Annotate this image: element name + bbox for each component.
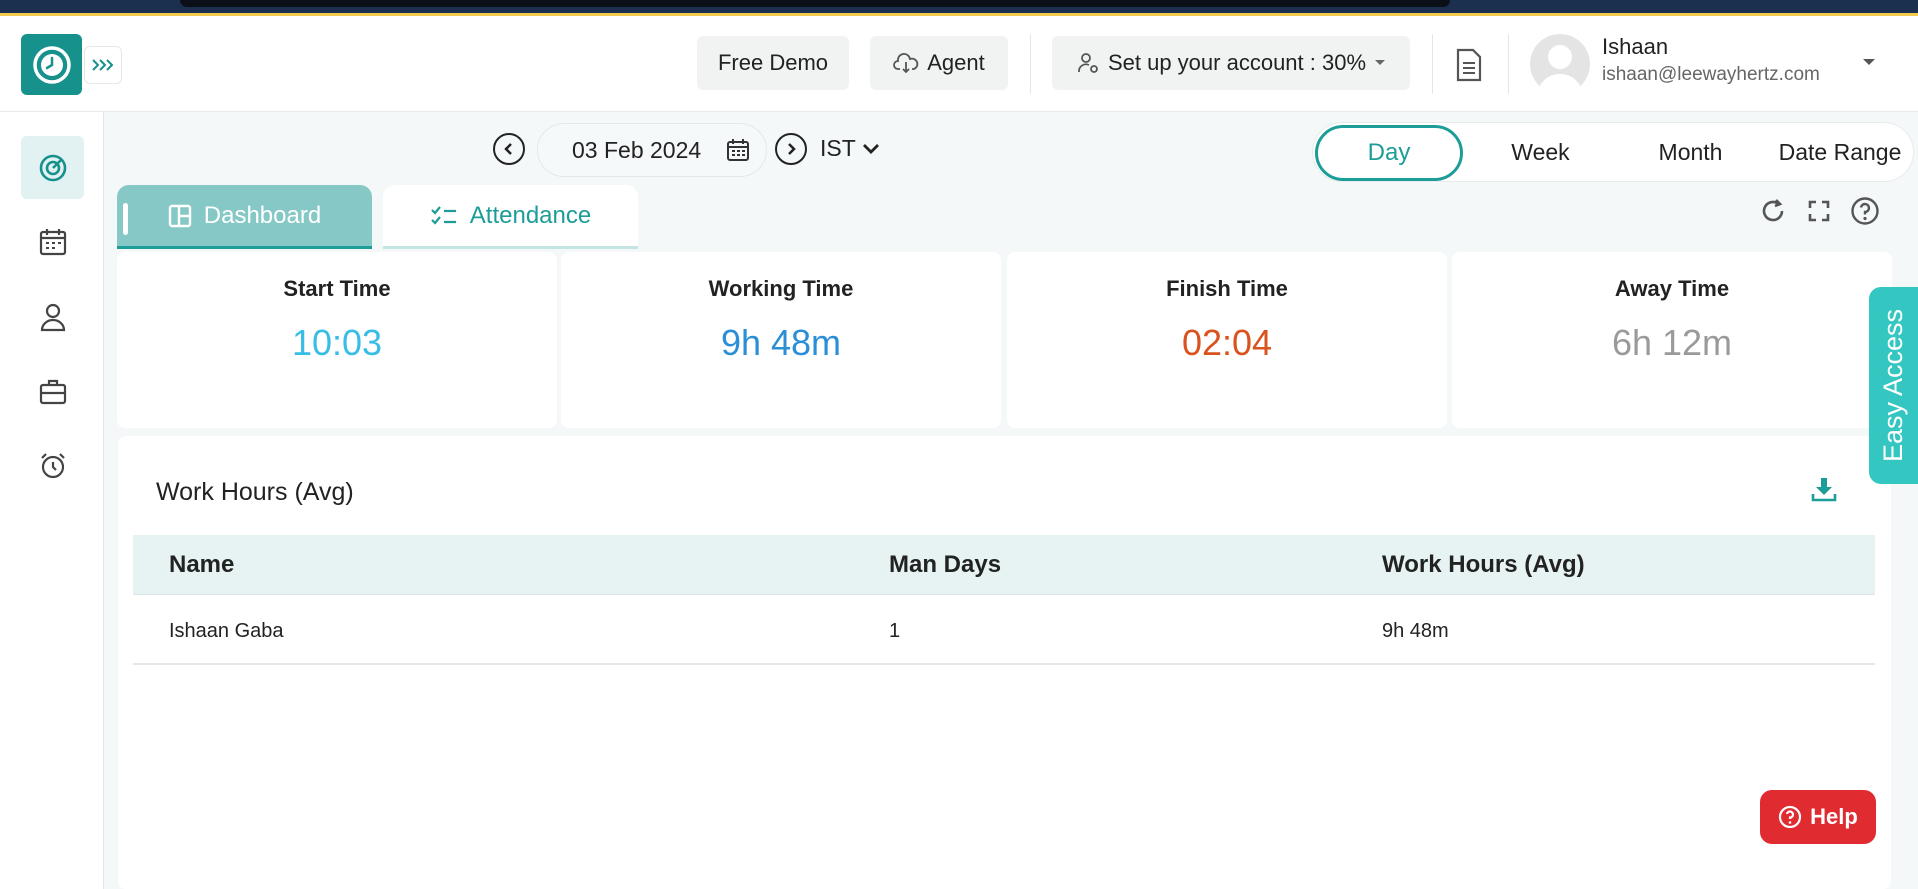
table-cell: Ishaan Gaba	[169, 620, 284, 642]
tab-dashboard[interactable]: Dashboard	[117, 185, 372, 249]
download-icon[interactable]	[1811, 476, 1837, 502]
avatar-person-icon	[1538, 45, 1582, 94]
calendar-icon	[727, 139, 749, 161]
user-menu-caret-icon[interactable]	[1862, 58, 1876, 67]
tab-attendance[interactable]: Attendance	[383, 185, 638, 249]
document-icon[interactable]	[1454, 48, 1484, 82]
setup-account-label: Set up your account : 30%	[1107, 50, 1367, 75]
agent-button[interactable]: Agent	[870, 36, 1008, 90]
header-divider	[1432, 34, 1433, 94]
card-title: Start Time	[283, 276, 391, 301]
chevron-right-icon	[788, 143, 796, 155]
app-header: Free Demo Agent Set up your account : 30…	[0, 16, 1918, 112]
target-icon	[39, 154, 66, 181]
card-title: Away Time	[1614, 276, 1730, 301]
layout-icon	[168, 204, 191, 227]
toolbar-icons	[1758, 196, 1880, 226]
help-label: Help	[1810, 804, 1858, 829]
range-day[interactable]: Day	[1315, 125, 1463, 181]
finish-time-card: Finish Time 02:04	[1007, 252, 1447, 428]
table-header: Name Man Days Work Hours (Avg)	[133, 535, 1875, 595]
checklist-icon	[431, 205, 456, 225]
card-value: 10:03	[291, 322, 383, 363]
avatar[interactable]	[1530, 34, 1590, 94]
user-name: Ishaan	[1602, 34, 1669, 59]
card-title: Working Time	[708, 276, 854, 301]
range-week[interactable]: Week	[1468, 123, 1613, 181]
working-time-card: Working Time 9h 48m	[561, 252, 1001, 428]
work-hours-panel: Work Hours (Avg) Name Man Days Work Hour…	[118, 436, 1891, 889]
help-button[interactable]	[1850, 196, 1880, 226]
sidebar-item-timesheet[interactable]	[21, 434, 84, 497]
header-divider	[1030, 34, 1031, 94]
column-header[interactable]: Man Days	[889, 551, 1001, 579]
briefcase-icon	[39, 379, 66, 404]
free-demo-button[interactable]: Free Demo	[697, 36, 849, 90]
panel-title: Work Hours (Avg)	[156, 478, 354, 506]
tab-active-marker	[123, 203, 128, 235]
range-month[interactable]: Month	[1618, 123, 1763, 181]
table-row[interactable]: Ishaan Gaba 1 9h 48m	[133, 595, 1875, 665]
range-toggle: Day Week Month Date Range	[1312, 122, 1914, 182]
fullscreen-icon	[1808, 200, 1830, 222]
tab-dashboard-label: Dashboard	[203, 201, 322, 229]
easy-access-label: Easy Access	[1878, 308, 1908, 463]
table-cell: 9h 48m	[1382, 620, 1449, 642]
card-value: 9h 48m	[720, 322, 842, 363]
fullscreen-button[interactable]	[1804, 196, 1834, 226]
chevron-down-icon	[862, 143, 879, 154]
sidebar-item-users[interactable]	[21, 285, 84, 348]
question-circle-icon	[1779, 805, 1802, 829]
column-header[interactable]: Name	[169, 551, 234, 579]
range-date-range[interactable]: Date Range	[1765, 123, 1915, 181]
date-picker[interactable]: 03 Feb 2024	[537, 123, 767, 177]
user-email: ishaan@leewayhertz.com	[1602, 64, 1820, 85]
away-time-card: Away Time 6h 12m	[1452, 252, 1892, 428]
browser-bar	[180, 0, 1450, 7]
cloud-download-icon	[893, 53, 919, 74]
prev-date-button[interactable]	[493, 133, 525, 165]
easy-access-tab[interactable]: Easy Access	[1869, 287, 1918, 484]
user-settings-icon	[1078, 53, 1098, 73]
sidebar-item-projects[interactable]	[21, 360, 84, 423]
refresh-button[interactable]	[1758, 196, 1788, 226]
clock-logo-icon	[32, 45, 71, 84]
free-demo-label: Free Demo	[717, 50, 829, 75]
timezone-select[interactable]: IST	[820, 135, 880, 162]
table-cell: 1	[889, 620, 901, 642]
app-logo[interactable]	[21, 34, 82, 95]
caret-down-icon	[1375, 60, 1386, 65]
browser-top-strip	[0, 0, 1918, 16]
chevron-left-icon	[504, 143, 512, 155]
header-divider	[1508, 34, 1509, 94]
question-icon	[1851, 197, 1879, 225]
next-date-button[interactable]	[775, 133, 807, 165]
card-value: 02:04	[1181, 322, 1273, 363]
sidebar	[0, 112, 104, 889]
calendar-icon	[39, 228, 66, 255]
start-time-card: Start Time 10:03	[117, 252, 557, 428]
card-value: 6h 12m	[1611, 322, 1733, 363]
date-value: 03 Feb 2024	[572, 136, 702, 163]
user-icon	[40, 303, 65, 331]
alarm-clock-icon	[40, 452, 65, 478]
agent-label: Agent	[927, 50, 985, 75]
sidebar-item-calendar[interactable]	[21, 210, 84, 273]
timezone-value: IST	[820, 135, 856, 161]
setup-account-button[interactable]: Set up your account : 30%	[1052, 36, 1410, 90]
tab-attendance-label: Attendance	[469, 201, 592, 229]
sidebar-item-dashboard[interactable]	[21, 136, 84, 199]
refresh-icon	[1762, 199, 1784, 222]
expand-sidebar-button[interactable]	[84, 46, 122, 84]
help-chat-button[interactable]: Help	[1760, 790, 1876, 844]
card-title: Finish Time	[1166, 276, 1288, 301]
column-header[interactable]: Work Hours (Avg)	[1382, 551, 1585, 579]
chevrons-right-icon	[92, 59, 114, 71]
